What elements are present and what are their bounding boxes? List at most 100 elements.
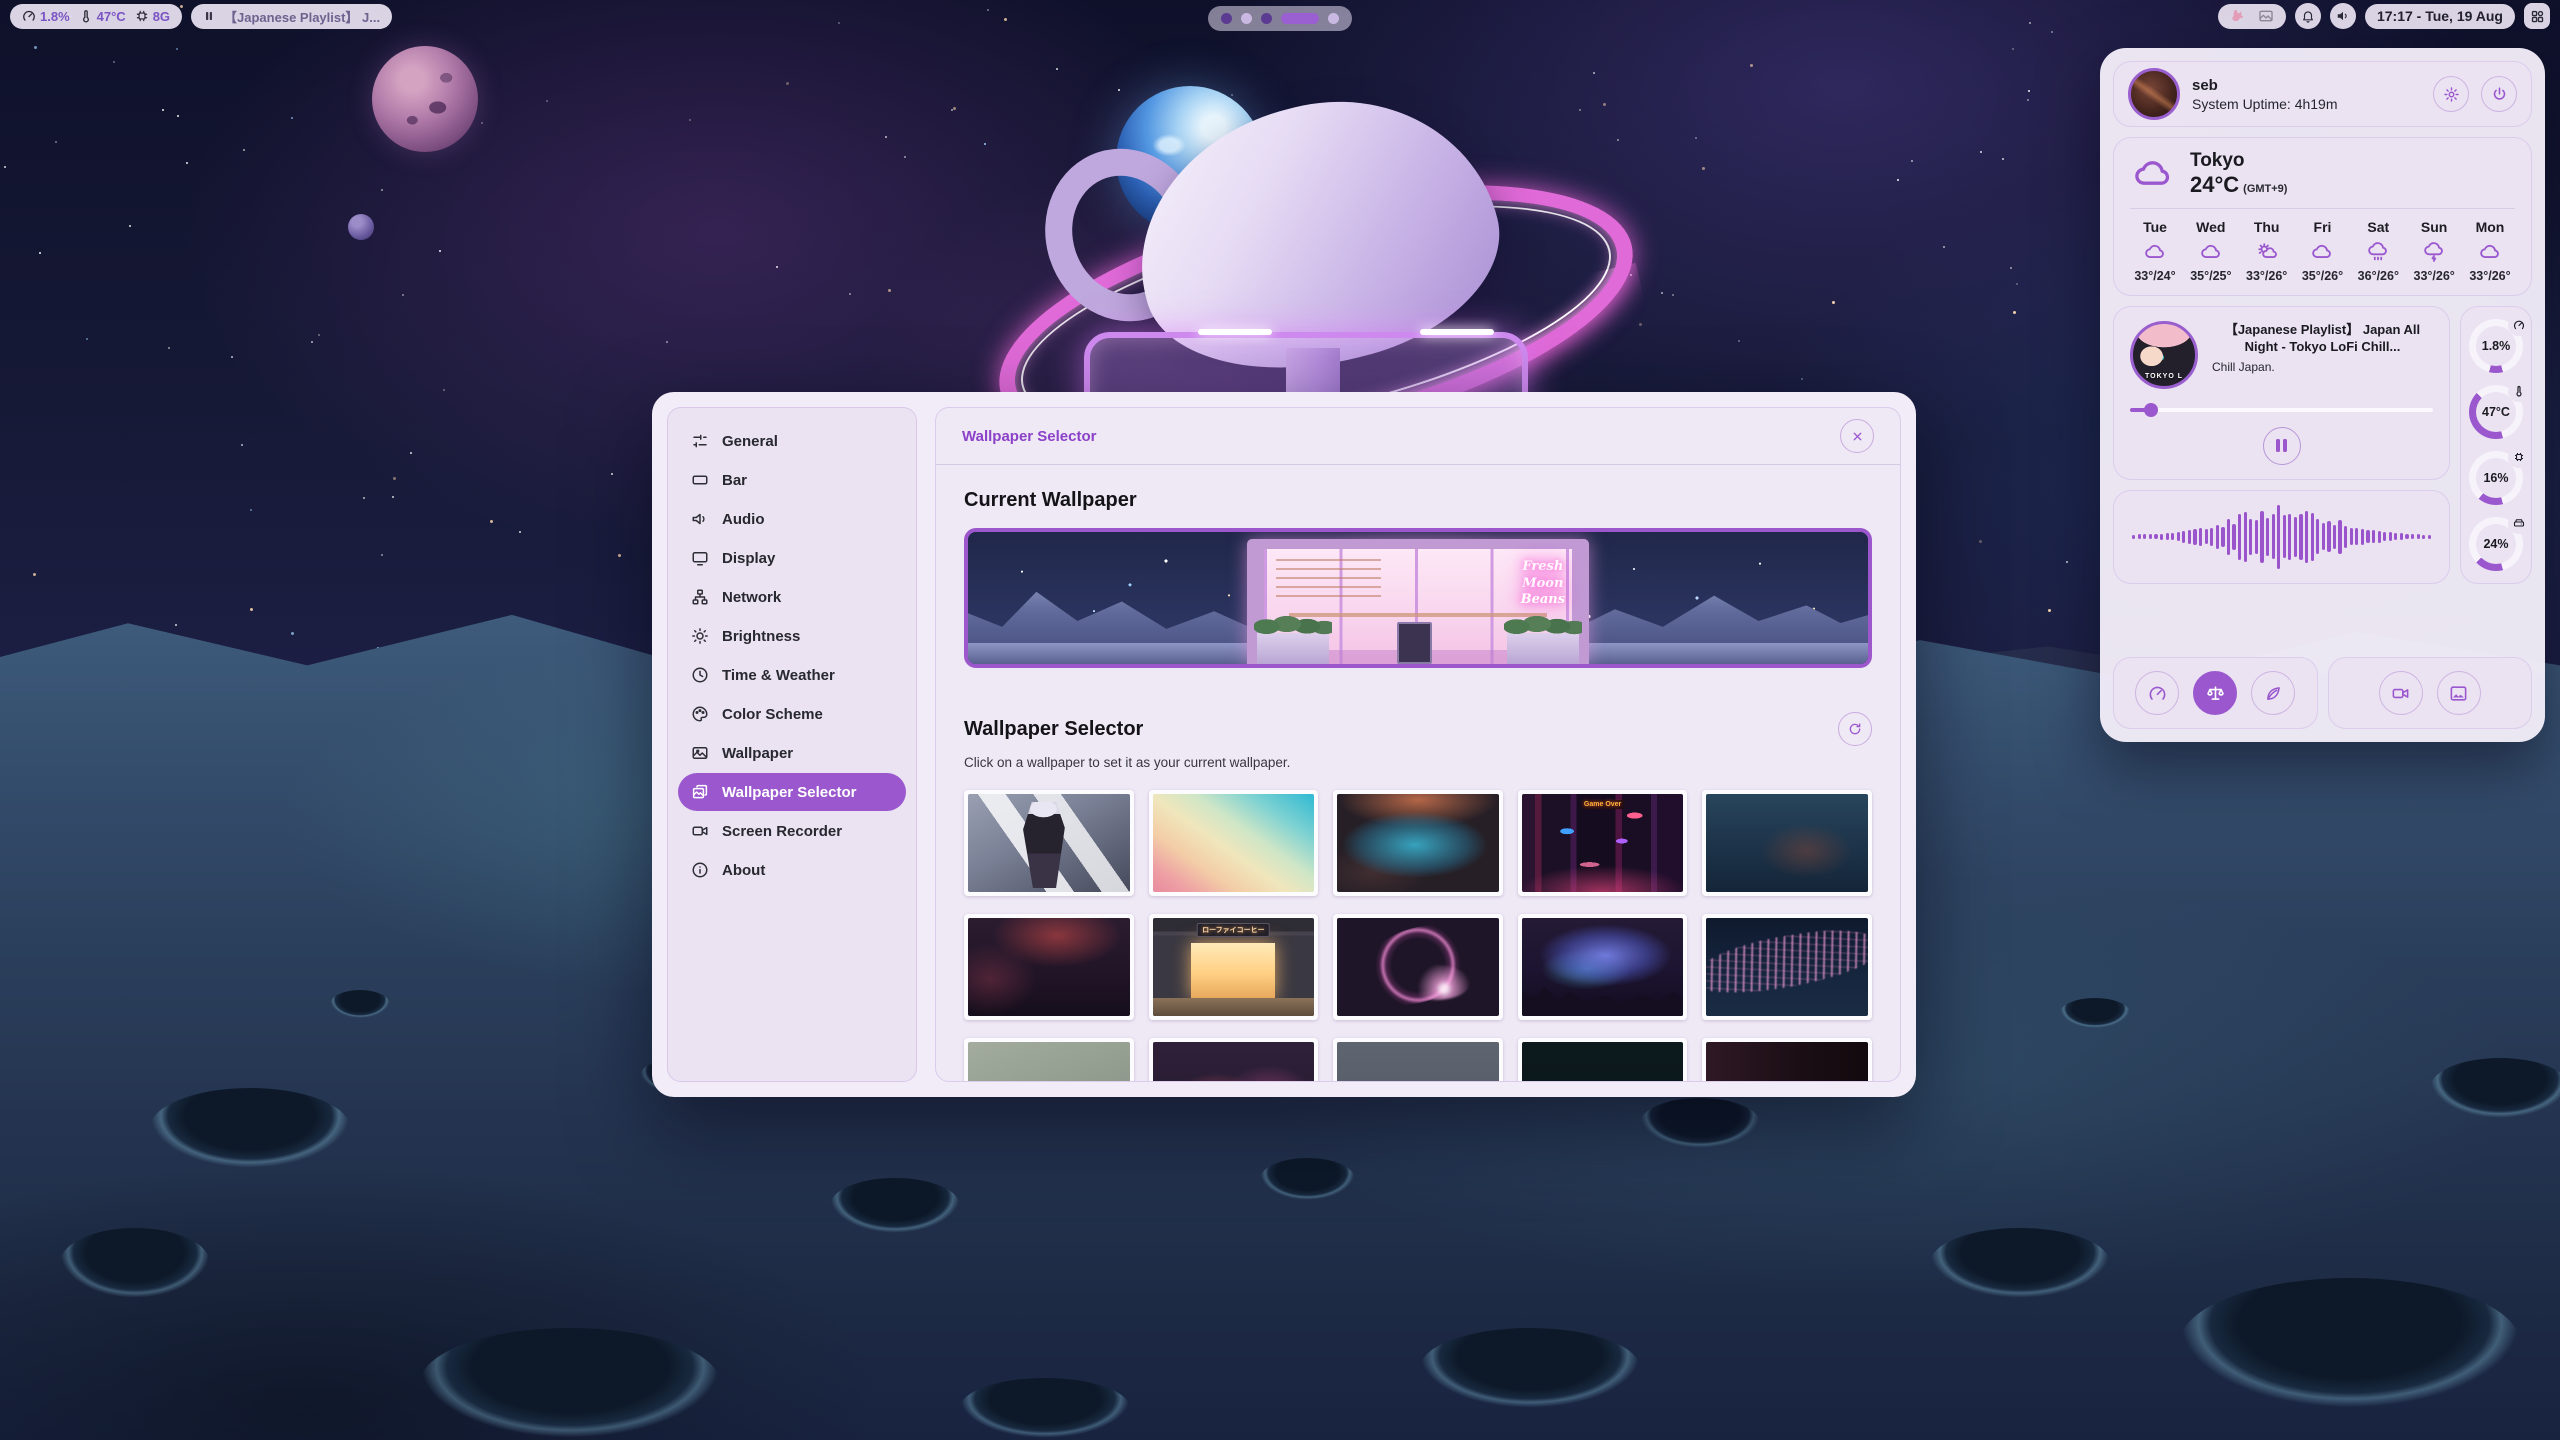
sidebar-item-time-weather[interactable]: Time & Weather [678, 656, 906, 694]
image-icon [2449, 684, 2468, 703]
chip-icon [2513, 451, 2525, 463]
system-tray[interactable] [2218, 4, 2286, 29]
wallpaper-thumbnail-dark-maroon[interactable] [1702, 1038, 1872, 1082]
disk-usage-gauge: 24% [2469, 517, 2523, 571]
refresh-button[interactable] [1838, 712, 1872, 746]
notifications-button[interactable] [2295, 3, 2321, 29]
network-icon [691, 588, 709, 606]
close-button[interactable] [1840, 419, 1874, 453]
forecast-day: Wed 35°/25° [2186, 219, 2236, 283]
system-stats-card: 1.8% 47°C 16% 24% [2460, 306, 2532, 584]
power-button[interactable] [2481, 76, 2517, 112]
apps-grid-icon [2530, 9, 2545, 24]
speaker-icon [2336, 9, 2350, 23]
sidebar-item-network[interactable]: Network [678, 578, 906, 616]
settings-button[interactable] [2433, 76, 2469, 112]
wallpaper-thumbnail-slate-gray[interactable] [1333, 1038, 1503, 1082]
wallpaper-thumbnail-anime-crosswalk[interactable] [964, 790, 1134, 896]
chip-icon [135, 9, 149, 23]
media-title: 【Japanese Playlist】 J... [224, 7, 380, 26]
wallpaper-thumbnail-crimson-forest[interactable] [964, 914, 1134, 1020]
rain-cloud-icon [2365, 241, 2391, 263]
sidebar-item-screen-recorder[interactable]: Screen Recorder [678, 812, 906, 850]
sidebar-item-general[interactable]: General [678, 422, 906, 460]
sidebar-item-label: Color Scheme [722, 706, 823, 723]
wallpaper-thumbnail-sage-field[interactable] [964, 1038, 1134, 1082]
settings-window: General Bar Audio Display Network Bright… [652, 392, 1916, 1097]
sidebar-item-about[interactable]: About [678, 851, 906, 889]
speaker-icon [691, 510, 709, 528]
wallpaper-thumbnail-dark-forest[interactable] [1702, 790, 1872, 896]
video-icon [2391, 684, 2410, 703]
audio-visualizer [2132, 501, 2431, 573]
control-panel: seb System Uptime: 4h19m Tokyo 24°C (GMT… [2100, 48, 2545, 742]
sidebar-item-brightness[interactable]: Brightness [678, 617, 906, 655]
workspace-active[interactable] [1281, 13, 1319, 24]
workspace-dot[interactable] [1261, 13, 1272, 24]
sidebar-item-label: About [722, 862, 765, 879]
sidebar-item-wallpaper-selector[interactable]: Wallpaper Selector [678, 773, 906, 811]
power-icon [2491, 86, 2508, 103]
sidebar-item-display[interactable]: Display [678, 539, 906, 577]
palette-icon [691, 705, 709, 723]
close-icon [1851, 430, 1864, 443]
forecast-day: Fri 35°/26° [2297, 219, 2347, 283]
wallpaper-thumbnail-pastel-gradient[interactable] [1149, 790, 1319, 896]
media-artist: Chill Japan. [2212, 360, 2433, 374]
clock-module[interactable]: 17:17 - Tue, 19 Aug [2365, 4, 2515, 29]
wallpaper-thumbnail-abstract-blur[interactable] [1333, 790, 1503, 896]
cpu-usage-gauge: 1.8% [2469, 319, 2523, 373]
sidebar-item-label: Time & Weather [722, 667, 835, 684]
overview-button[interactable] [2524, 3, 2550, 29]
wallpaper-thumbnail-dark-teal[interactable] [1518, 1038, 1688, 1082]
media-module[interactable]: 【Japanese Playlist】 J... [191, 4, 392, 29]
sidebar-item-label: Audio [722, 511, 765, 528]
weather-card: Tokyo 24°C (GMT+9) Tue 33°/24° Wed 35°/2… [2113, 137, 2532, 296]
bell-icon [2301, 9, 2315, 23]
sidebar-item-wallpaper[interactable]: Wallpaper [678, 734, 906, 772]
album-art: TOKYO L [2130, 321, 2198, 389]
system-stats-module[interactable]: 1.8% 47°C 8G [10, 4, 182, 29]
sidebar-item-label: Brightness [722, 628, 800, 645]
thermometer-icon [79, 9, 93, 23]
volume-button[interactable] [2330, 3, 2356, 29]
performance-profile-button[interactable] [2135, 671, 2179, 715]
sidebar-item-label: Screen Recorder [722, 823, 842, 840]
sidebar-item-label: Bar [722, 472, 747, 489]
wallpaper-thumbnail-nebula-forest[interactable] [1518, 914, 1688, 1020]
powersaver-profile-button[interactable] [2251, 671, 2295, 715]
power-profiles-card [2113, 657, 2318, 729]
pause-icon [203, 10, 215, 22]
cpu-usage: 1.8% [22, 9, 70, 24]
settings-sidebar: General Bar Audio Display Network Bright… [667, 407, 917, 1082]
workspace-dot[interactable] [1241, 13, 1252, 24]
screen-record-button[interactable] [2379, 671, 2423, 715]
media-progress-slider[interactable] [2130, 403, 2433, 417]
wallpaper-thumbnail-lofi-coffee-shop[interactable]: ローファイコーヒー [1149, 914, 1319, 1020]
workspace-indicator[interactable] [1208, 6, 1352, 31]
sidebar-item-color-scheme[interactable]: Color Scheme [678, 695, 906, 733]
sidebar-item-label: Wallpaper Selector [722, 784, 857, 801]
wallpaper-thumbnail-coral-red[interactable] [1149, 1038, 1319, 1082]
avatar [2128, 68, 2180, 120]
wallpaper-thumbnail-purple-eclipse[interactable] [1333, 914, 1503, 1020]
leaf-icon [2264, 684, 2283, 703]
disk-icon [2513, 517, 2525, 529]
sidebar-item-bar[interactable]: Bar [678, 461, 906, 499]
workspace-dot[interactable] [1328, 13, 1339, 24]
image-icon [691, 744, 709, 762]
sidebar-item-audio[interactable]: Audio [678, 500, 906, 538]
refresh-icon [1848, 722, 1862, 736]
wallpaper-thumbnail-wireframe-waves[interactable] [1702, 914, 1872, 1020]
cpu-temp: 47°C [79, 9, 126, 24]
workspace-dot[interactable] [1221, 13, 1232, 24]
window-header: Wallpaper Selector [936, 408, 1900, 465]
scales-icon [2206, 684, 2225, 703]
wallpaper-thumbnail-cyberpunk-arcade[interactable]: Game Over [1518, 790, 1688, 896]
pause-button[interactable] [2263, 427, 2301, 465]
wallpaper-tool-button[interactable] [2437, 671, 2481, 715]
sidebar-item-label: General [722, 433, 778, 450]
balanced-profile-button[interactable] [2193, 671, 2237, 715]
cloud-icon [2142, 241, 2168, 263]
slider-thumb[interactable] [2144, 403, 2158, 417]
